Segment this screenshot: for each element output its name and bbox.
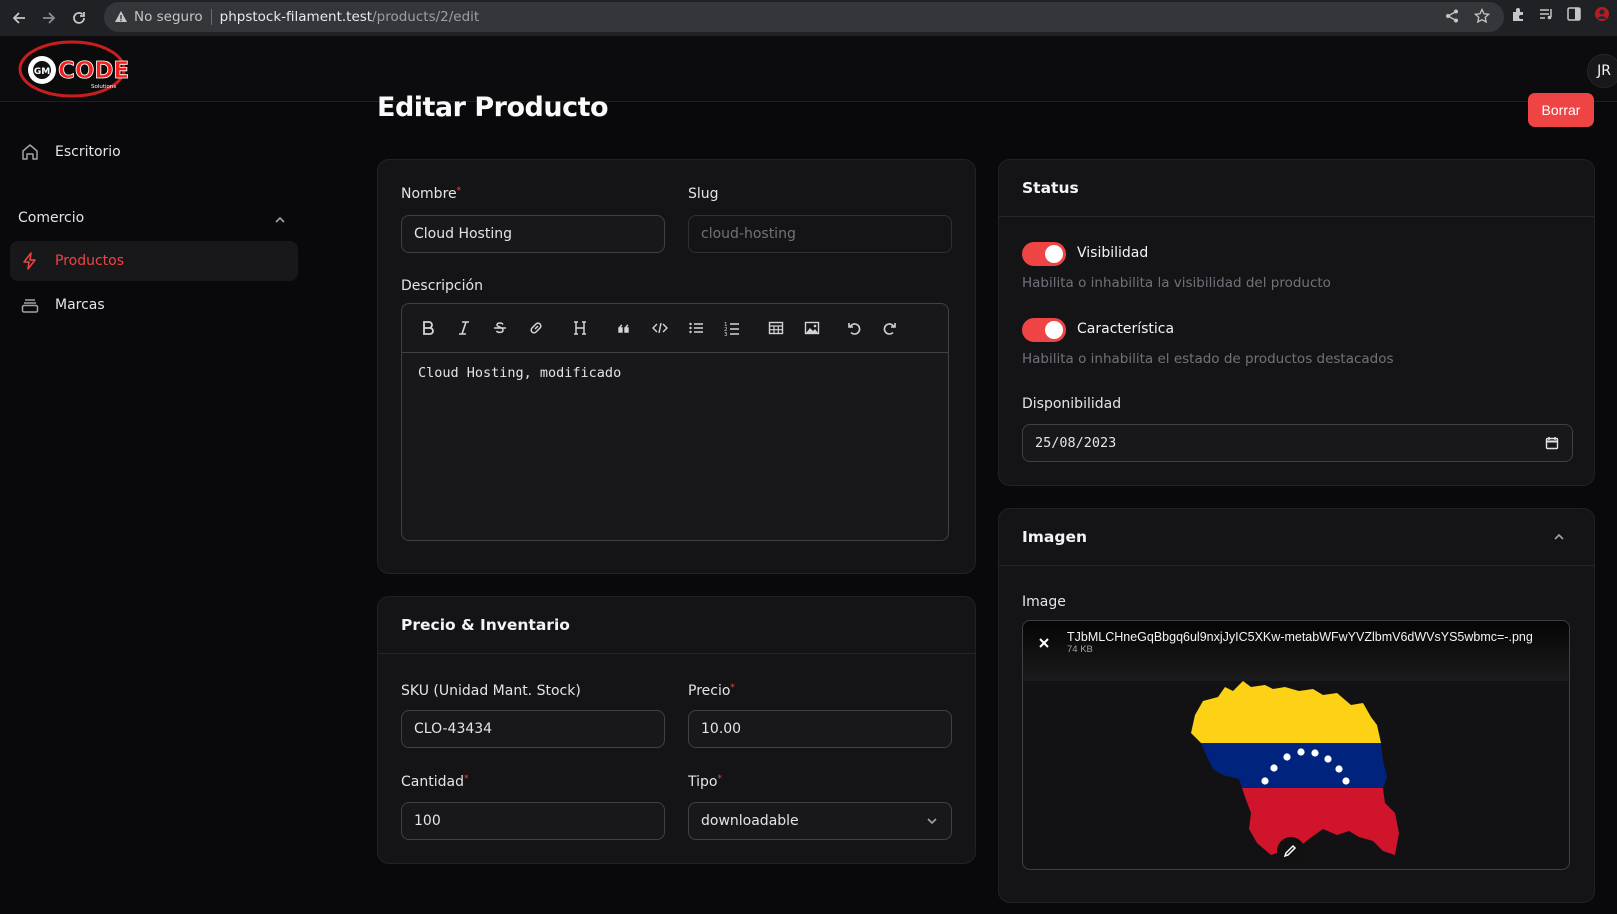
heading-icon[interactable]: [570, 318, 590, 338]
type-select-value: downloadable: [701, 813, 799, 829]
edit-image-icon[interactable]: [1282, 843, 1298, 863]
media-queue-icon[interactable]: [1538, 6, 1554, 26]
delete-button[interactable]: Borrar: [1528, 93, 1594, 127]
remove-file-icon[interactable]: [1037, 635, 1051, 654]
back-icon[interactable]: [8, 7, 30, 29]
share-icon[interactable]: [1444, 8, 1460, 28]
browser-toolbar: No seguro phpstock-filament.test/product…: [0, 0, 1617, 36]
image-card: Imagen Image TJbMLCHneGqBbgq6ul9nxjJyIC5…: [998, 508, 1595, 903]
pricing-card: Precio & Inventario SKU (Unidad Mant. St…: [377, 596, 976, 864]
product-card: Nombre* Cloud Hosting Slug cloud-hosting…: [377, 159, 976, 574]
visibility-label: Visibilidad: [1077, 245, 1149, 261]
stack-icon: [19, 294, 41, 316]
availability-date-input[interactable]: 25/08/2023: [1022, 424, 1573, 462]
file-name: TJbMLCHneGqBbgq6ul9nxjJyIC5XKw-metabWFwY…: [1067, 630, 1533, 644]
sidebar-item-label: Escritorio: [55, 144, 121, 160]
svg-text:GM: GM: [34, 67, 50, 77]
featured-hint: Habilita o inhabilita el estado de produ…: [1022, 351, 1394, 367]
italic-icon[interactable]: [454, 318, 474, 338]
sidebar-item-escritorio[interactable]: Escritorio: [10, 132, 298, 172]
app-topbar: GM CODE Solutions JR: [0, 36, 1617, 102]
security-label: No seguro: [134, 9, 203, 25]
file-size: 74 KB: [1067, 644, 1093, 655]
image-section-title: Imagen: [1022, 528, 1088, 546]
image-field-label: Image: [1022, 594, 1066, 610]
url-host: phpstock-filament.test: [219, 9, 373, 25]
featured-label: Característica: [1077, 321, 1175, 337]
image-upload[interactable]: TJbMLCHneGqBbgq6ul9nxjJyIC5XKw-metabWFwY…: [1022, 620, 1570, 870]
availability-label: Disponibilidad: [1022, 396, 1122, 412]
numbered-list-icon[interactable]: 123: [722, 318, 742, 338]
price-label: Precio*: [688, 683, 735, 699]
strikethrough-icon[interactable]: [490, 318, 510, 338]
status-title: Status: [999, 160, 1594, 217]
quantity-input[interactable]: 100: [401, 802, 665, 840]
chevron-up-icon[interactable]: [273, 212, 287, 231]
description-editor: 123 Cloud Hosting, modificado: [401, 303, 949, 541]
warning-icon: [115, 11, 127, 22]
featured-toggle[interactable]: [1022, 318, 1066, 342]
type-label: Tipo*: [688, 774, 722, 790]
sku-input[interactable]: CLO-43434: [401, 710, 665, 748]
name-input[interactable]: Cloud Hosting: [401, 215, 665, 253]
bold-icon[interactable]: [418, 318, 438, 338]
url-path: /products/2/edit: [372, 9, 480, 25]
slug-label: Slug: [688, 186, 719, 202]
bullet-list-icon[interactable]: [686, 318, 706, 338]
forward-icon[interactable]: [38, 7, 60, 29]
link-icon[interactable]: [526, 318, 546, 338]
address-bar[interactable]: No seguro phpstock-filament.test/product…: [104, 2, 1504, 32]
bookmark-star-icon[interactable]: [1473, 7, 1491, 28]
sidebar-item-label: Marcas: [55, 297, 105, 313]
home-icon: [19, 141, 41, 163]
user-avatar[interactable]: JR: [1587, 54, 1617, 88]
image-icon[interactable]: [802, 318, 822, 338]
chevron-up-icon[interactable]: [1552, 530, 1566, 548]
sidebar-item-label: Productos: [55, 253, 125, 269]
svg-text:3: 3: [724, 332, 728, 336]
redo-icon[interactable]: [880, 318, 900, 338]
slug-input[interactable]: cloud-hosting: [688, 215, 952, 253]
extensions-icon[interactable]: [1510, 6, 1526, 26]
description-label: Descripción: [401, 278, 483, 294]
file-info: TJbMLCHneGqBbgq6ul9nxjJyIC5XKw-metabWFwY…: [1023, 621, 1569, 681]
description-content[interactable]: Cloud Hosting, modificado: [402, 353, 948, 393]
image-title: Imagen: [999, 509, 1594, 566]
quantity-label: Cantidad*: [401, 774, 469, 790]
omnibox-divider: [210, 9, 212, 25]
side-panel-icon[interactable]: [1566, 6, 1582, 26]
visibility-hint: Habilita o inhabilita la visibilidad del…: [1022, 275, 1331, 291]
sidebar-item-marcas[interactable]: Marcas: [10, 285, 298, 325]
sidebar-item-productos[interactable]: Productos: [10, 241, 298, 281]
visibility-toggle[interactable]: [1022, 242, 1066, 266]
pricing-title: Precio & Inventario: [378, 597, 975, 654]
quote-icon[interactable]: [614, 318, 634, 338]
brand-logo[interactable]: GM CODE Solutions: [18, 40, 133, 98]
table-icon[interactable]: [766, 318, 786, 338]
security-indicator[interactable]: No seguro: [114, 9, 203, 25]
profile-icon[interactable]: [1594, 6, 1610, 26]
sidebar-group-comercio[interactable]: Comercio: [18, 210, 84, 226]
sku-label: SKU (Unidad Mant. Stock): [401, 683, 581, 699]
undo-icon[interactable]: [844, 318, 864, 338]
name-label: Nombre*: [401, 186, 462, 202]
venezuela-map-image: [1191, 681, 1399, 863]
svg-text:CODE: CODE: [58, 58, 129, 84]
svg-text:Solutions: Solutions: [91, 84, 116, 90]
type-select[interactable]: downloadable: [688, 802, 952, 840]
bolt-icon: [19, 250, 41, 272]
editor-toolbar: 123: [402, 304, 948, 353]
calendar-icon[interactable]: [1545, 436, 1559, 454]
sidebar: Escritorio Comercio Productos Marcas: [0, 102, 310, 914]
page-title: Editar Producto: [377, 92, 609, 123]
chevron-down-icon: [925, 814, 939, 832]
status-card: Status Visibilidad Habilita o inhabilita…: [998, 159, 1595, 486]
availability-date-value: 25/08/2023: [1035, 435, 1117, 451]
code-icon[interactable]: [650, 318, 670, 338]
reload-icon[interactable]: [68, 7, 90, 29]
price-input[interactable]: 10.00: [688, 710, 952, 748]
